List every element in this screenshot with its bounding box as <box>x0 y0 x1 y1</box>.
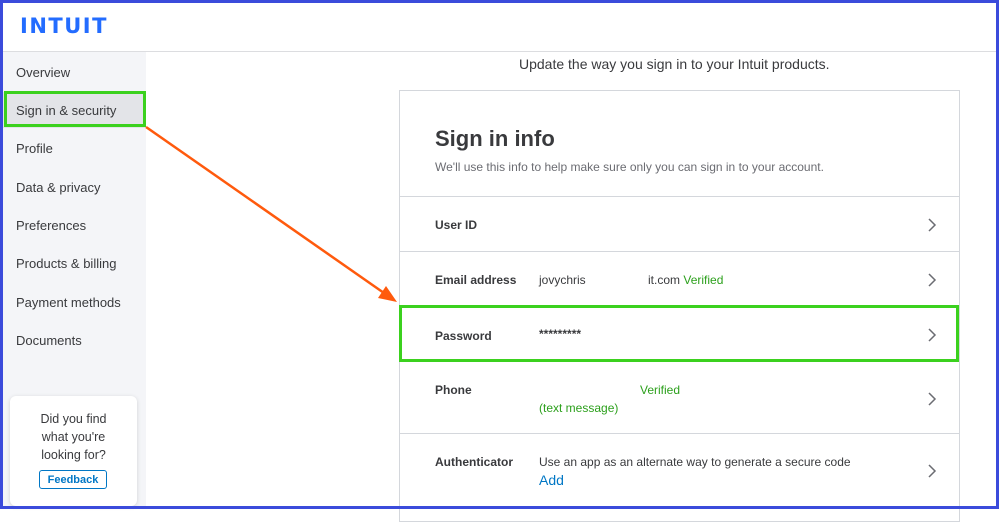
annotation-arrow <box>145 125 397 302</box>
arrow-shaft <box>145 125 385 295</box>
arrow-head <box>378 286 397 302</box>
